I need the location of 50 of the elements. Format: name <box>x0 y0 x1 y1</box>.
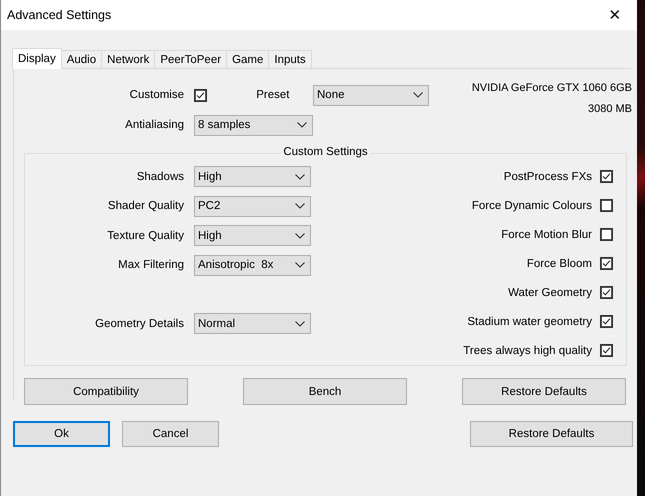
checkbox[interactable] <box>600 286 613 299</box>
checkbox[interactable] <box>600 228 613 241</box>
checkbox[interactable] <box>600 315 613 328</box>
checkbox[interactable] <box>600 170 613 183</box>
gpu-memory: 3080 MB <box>588 103 632 115</box>
setting-label: Shadows <box>136 170 185 183</box>
checkbox[interactable] <box>600 344 613 357</box>
checkbox[interactable] <box>600 199 613 212</box>
tab[interactable]: Display <box>12 48 62 69</box>
option-label: Force Bloom <box>526 258 592 270</box>
dropdown[interactable]: High <box>194 166 311 188</box>
group-title: Custom Settings <box>280 146 371 158</box>
setting-label: Max Filtering <box>117 259 185 272</box>
dropdown[interactable]: Normal <box>194 313 311 334</box>
option-label: Force Dynamic Colours <box>472 200 592 212</box>
setting-label: Shader Quality <box>106 200 185 212</box>
dropdown[interactable]: Anisotropic 8x <box>194 254 311 276</box>
action-button[interactable]: Compatibility <box>24 378 188 405</box>
option-label: Stadium water geometry <box>467 316 592 328</box>
checkbox[interactable] <box>600 257 613 270</box>
dropdown[interactable]: PC2 <box>194 196 311 217</box>
tab[interactable]: Inputs <box>268 50 312 68</box>
antialiasing-label: Antialiasing <box>124 119 185 131</box>
window-title: Advanced Settings <box>7 8 112 22</box>
option-label: Trees always high quality <box>463 344 592 356</box>
customise-label: Customise <box>128 89 185 101</box>
caret-icon <box>295 232 305 239</box>
dialog-button[interactable]: Cancel <box>122 421 219 447</box>
checkbox[interactable] <box>194 88 207 102</box>
caret-icon <box>295 262 305 268</box>
caret-icon <box>295 203 305 210</box>
option-label: Water Geometry <box>508 286 592 298</box>
preset-label: Preset <box>255 89 290 101</box>
action-button[interactable]: Restore Defaults <box>462 378 626 405</box>
caret-icon <box>413 92 423 98</box>
gpu-name: NVIDIA GeForce GTX 1060 6GB <box>472 82 632 94</box>
close-button[interactable]: ✕ <box>593 0 637 30</box>
option-label: Force Motion Blur <box>501 228 592 240</box>
setting-label: Texture Quality <box>106 230 185 242</box>
dialog-button[interactable]: Restore Defaults <box>470 421 633 447</box>
action-button[interactable]: Bench <box>243 378 407 405</box>
setting-label: Geometry Details <box>94 318 185 330</box>
dropdown[interactable]: High <box>194 225 311 246</box>
dialog-button[interactable]: Ok <box>13 421 110 447</box>
caret-icon <box>297 122 307 128</box>
dropdown[interactable]: None <box>313 84 429 106</box>
caret-icon <box>295 174 305 180</box>
dropdown[interactable]: 8 samples <box>194 114 313 136</box>
caret-icon <box>295 320 305 327</box>
option-label: PostProcess FXs <box>504 170 592 182</box>
